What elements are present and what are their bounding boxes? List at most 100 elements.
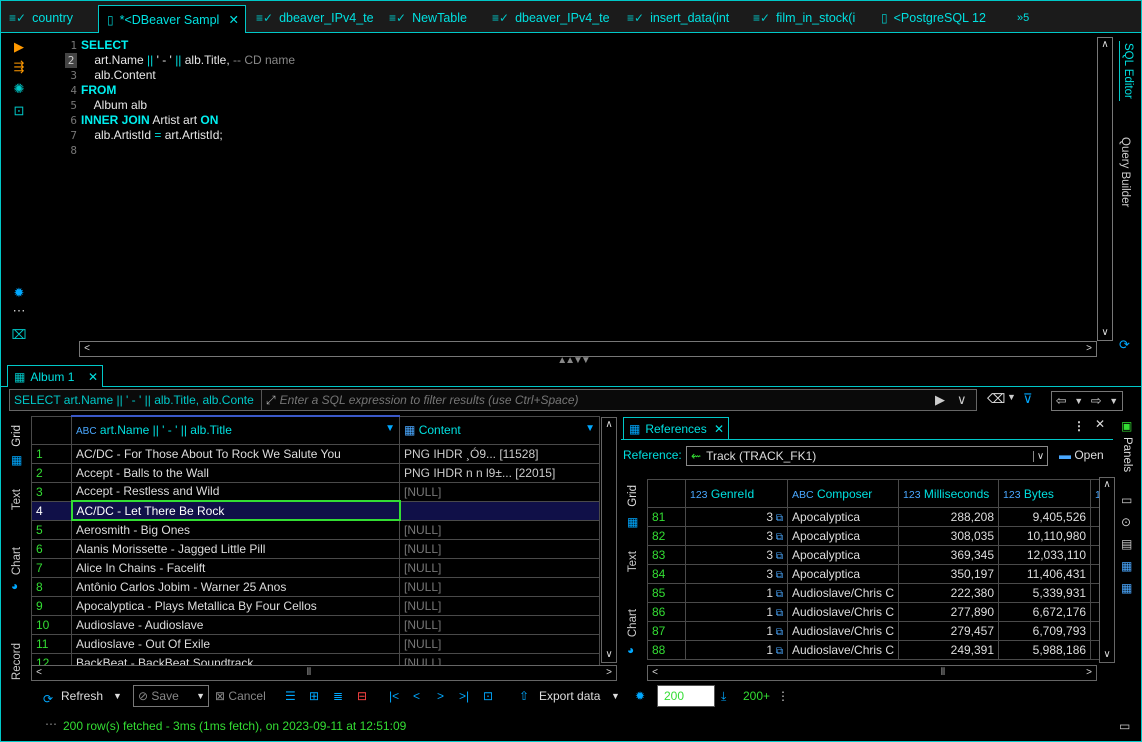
table-row[interactable]: 3 Accept - Restless and Wild [NULL] [31, 481, 600, 502]
scroll-thumb[interactable]: ⦀ [302, 666, 316, 680]
fetch-settings-icon[interactable]: ✹ [635, 686, 645, 706]
fit-icon[interactable]: ⊡ [483, 686, 493, 706]
tab-newtable[interactable]: ≡✓ NewTable [381, 5, 481, 31]
table-row[interactable]: 6 Alanis Morissette - Jagged Little Pill[… [31, 538, 600, 559]
composer-cell[interactable]: Audioslave/Chris C [786, 602, 900, 622]
reference-select[interactable]: ⇜ Track (TRACK_FK1) ∨ [686, 446, 1048, 466]
tab-text[interactable]: Text [627, 551, 639, 572]
tab-postgresql[interactable]: ▯ <PostgreSQL 12 [873, 5, 1009, 31]
table-row[interactable]: 84 3 ⧉ Apocalyptica 350,197 11,406,431 [647, 564, 1112, 584]
row-number[interactable]: 85 [647, 583, 686, 603]
fetch-more-button[interactable]: 200+ [743, 686, 770, 706]
tab-country[interactable]: ≡✓ country [1, 5, 97, 31]
sort-icon[interactable]: ▼ [585, 423, 595, 434]
link-icon[interactable]: ⧉ [773, 532, 783, 543]
name-cell[interactable]: Accept - Restless and Wild [71, 481, 400, 502]
calc-panel-icon[interactable]: ⊙ [1121, 515, 1131, 529]
bytes-cell[interactable]: 12,033,110 [998, 545, 1092, 565]
cancel-button[interactable]: ⊠ Cancel [215, 686, 266, 706]
content-cell[interactable]: [NULL] [399, 595, 600, 616]
next-page-icon[interactable]: > [437, 686, 444, 706]
first-page-icon[interactable]: |< [389, 686, 399, 706]
row-number[interactable]: 86 [647, 602, 686, 622]
table-row[interactable]: 83 3 ⧉ Apocalyptica 369,345 12,033,110 [647, 545, 1112, 565]
table-panel-icon[interactable]: ▦ [1121, 559, 1132, 573]
milliseconds-cell[interactable]: 277,890 [898, 602, 1000, 622]
chevron-down-icon[interactable]: ∨ [1033, 450, 1047, 462]
bytes-cell[interactable]: 5,339,931 [998, 583, 1092, 603]
content-cell[interactable]: [NULL] [399, 652, 600, 665]
milliseconds-cell[interactable]: 249,391 [898, 640, 1000, 660]
row-number[interactable]: 81 [647, 507, 686, 527]
scroll-left-icon[interactable]: < [80, 342, 94, 356]
scroll-right-icon[interactable]: > [602, 666, 616, 680]
column-header-milliseconds[interactable]: 123 Milliseconds [898, 479, 1000, 508]
name-cell[interactable]: Audioslave - Audioslave [71, 614, 400, 635]
export-data-button[interactable]: Export data [539, 686, 600, 706]
tab-dbeaver-sample[interactable]: ▯ *<DBeaver Sampl ✕ [98, 5, 246, 33]
content-cell[interactable]: [NULL] [399, 633, 600, 654]
execute-icon[interactable]: ▶ [9, 39, 29, 57]
link-icon[interactable]: ⧉ [773, 589, 783, 600]
references-horizontal-scrollbar[interactable]: < ⦀ > [647, 665, 1097, 681]
column-header-bytes[interactable]: 123 Bytes [998, 479, 1092, 508]
name-cell[interactable]: Aerosmith - Big Ones [71, 519, 400, 540]
last-page-icon[interactable]: >| [459, 686, 469, 706]
filter-input[interactable] [275, 393, 916, 407]
scroll-left-icon[interactable]: < [648, 666, 662, 680]
tab-dbeaver-ipv4-2[interactable]: ≡✓ dbeaver_IPv4_te [484, 5, 614, 31]
row-number[interactable]: 83 [647, 545, 686, 565]
milliseconds-cell[interactable]: 350,197 [898, 564, 1000, 584]
tab-album-1[interactable]: ▦ Album 1 ✕ [7, 365, 103, 387]
column-header-genreid[interactable]: 123 GenreId [685, 479, 788, 508]
grid-horizontal-scrollbar[interactable]: < ⦀ > [31, 665, 617, 681]
name-cell[interactable]: Alanis Morissette - Jagged Little Pill [71, 538, 400, 559]
genreid-cell[interactable]: 1 ⧉ [685, 602, 788, 622]
apply-filter-icon[interactable]: ▶ [935, 392, 945, 408]
composer-cell[interactable]: Apocalyptica [786, 526, 900, 546]
bytes-cell[interactable]: 9,405,526 [998, 507, 1092, 527]
name-cell[interactable]: Apocalyptica - Plays Metallica By Four C… [71, 595, 400, 616]
fetch-size-input[interactable]: 200 [657, 685, 715, 707]
terminal-icon[interactable]: ⊡ [9, 103, 29, 121]
export-options-icon[interactable]: ▼ [611, 686, 620, 706]
row-number[interactable]: 9 [31, 595, 72, 616]
scroll-right-icon[interactable]: > [1082, 666, 1096, 680]
scroll-down-icon[interactable]: ∨ [1098, 326, 1112, 340]
execute-script-icon[interactable]: ⇶ [9, 59, 29, 77]
tab-panels[interactable]: Panels [1121, 437, 1133, 472]
close-icon[interactable]: ✕ [88, 370, 98, 384]
scroll-down-icon[interactable]: ∨ [602, 648, 616, 662]
content-cell[interactable]: PNG IHDR n n l9±... [22015] [399, 462, 600, 483]
row-number[interactable]: 8 [31, 576, 72, 597]
genreid-cell[interactable]: 1 ⧉ [685, 621, 788, 641]
composer-cell[interactable]: Audioslave/Chris C [786, 640, 900, 660]
settings-icon[interactable]: ✹ [9, 285, 29, 303]
scroll-up-icon[interactable]: ∧ [1098, 38, 1112, 52]
tab-grid[interactable]: Grid [11, 425, 23, 447]
copy-row-icon[interactable]: ≣ [333, 686, 343, 706]
filter-bar[interactable]: SELECT art.Name || ' - ' || alb.Title, a… [9, 389, 977, 411]
genreid-cell[interactable]: 3 ⧉ [685, 507, 788, 527]
row-number[interactable]: 84 [647, 564, 686, 584]
row-number[interactable]: 2 [31, 462, 72, 483]
grouping-panel-icon[interactable]: ▤ [1121, 537, 1132, 551]
previous-page-icon[interactable]: < [413, 686, 420, 706]
chevron-down-icon[interactable]: ▼ [1109, 396, 1118, 406]
filter-history-icon[interactable]: ∨ [957, 392, 967, 408]
forward-icon[interactable]: ⇨ [1091, 393, 1102, 409]
content-cell[interactable]: [NULL] [399, 519, 600, 540]
row-number[interactable]: 3 [31, 481, 72, 502]
chevron-down-icon[interactable]: ▼ [1007, 392, 1016, 402]
name-cell[interactable]: Alice In Chains - Facelift [71, 557, 400, 578]
more-tabs-button[interactable]: »5 [1009, 5, 1049, 31]
content-cell[interactable]: PNG IHDR ¸Ó9... [11528] [399, 443, 600, 464]
outline-icon[interactable]: ⌧ [9, 327, 29, 345]
genreid-cell[interactable]: 3 ⧉ [685, 526, 788, 546]
bytes-cell[interactable]: 11,406,431 [998, 564, 1092, 584]
name-cell[interactable]: Antônio Carlos Jobim - Warner 25 Anos [71, 576, 400, 597]
table-row[interactable]: 11 Audioslave - Out Of Exile [NULL] [31, 633, 600, 654]
link-icon[interactable]: ⧉ [773, 608, 783, 619]
value-panel-icon[interactable]: ▭ [1121, 493, 1132, 507]
table-row[interactable]: 1 AC/DC - For Those About To Rock We Salu… [31, 443, 600, 464]
